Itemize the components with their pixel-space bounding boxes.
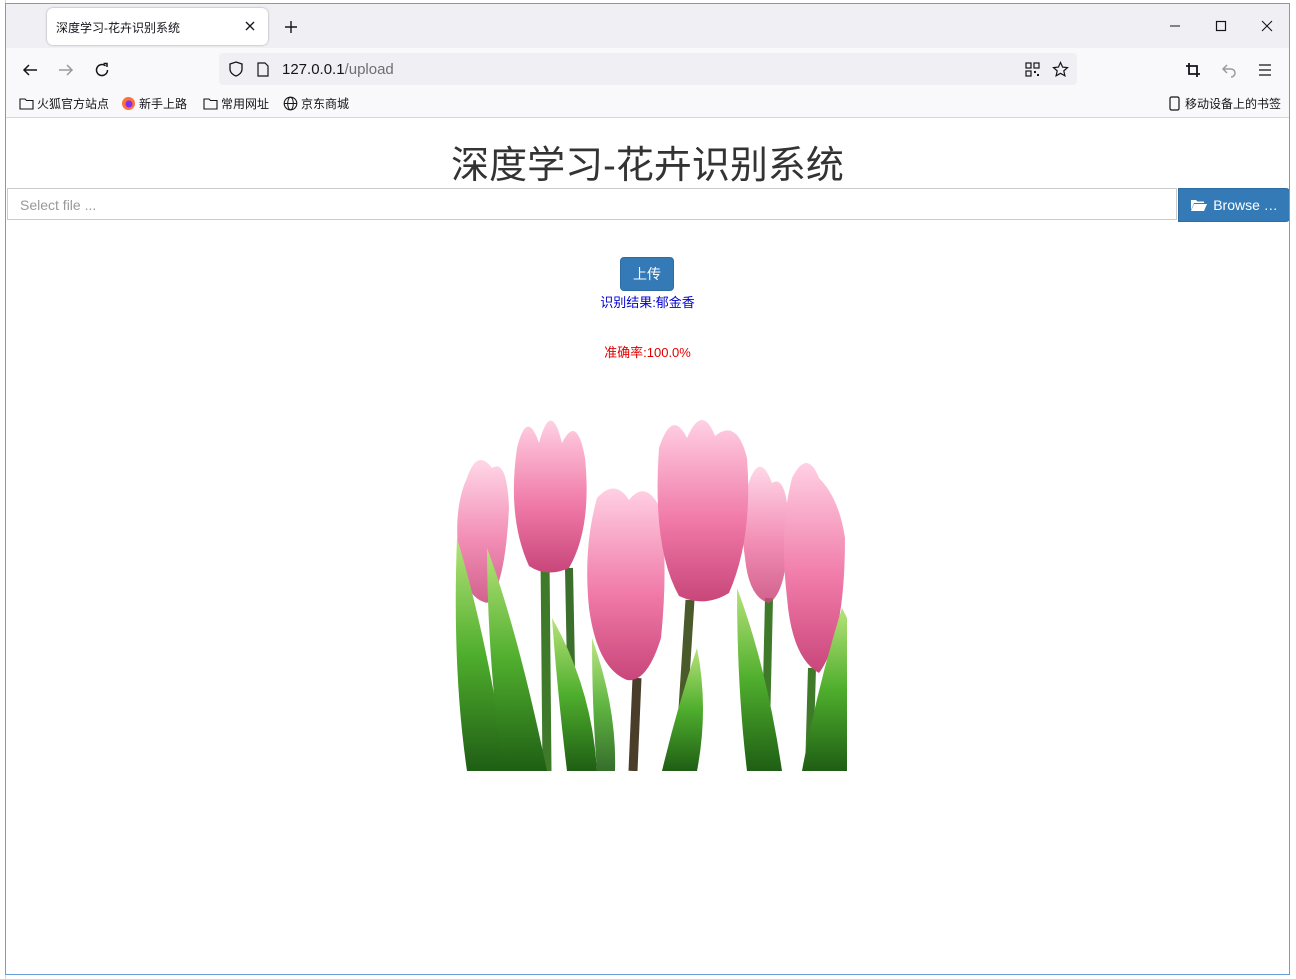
url-host: 127.0.0.1 bbox=[282, 61, 345, 78]
bookmark-item-4[interactable]: 京东商城 bbox=[282, 95, 349, 112]
nav-toolbar: 127.0.0.1/upload bbox=[6, 48, 1289, 88]
uploaded-flower-image bbox=[447, 388, 847, 772]
folder-icon bbox=[18, 96, 34, 112]
minimize-icon[interactable] bbox=[1152, 4, 1198, 48]
back-arrow-icon[interactable] bbox=[16, 56, 44, 84]
folder-open-icon bbox=[1191, 200, 1208, 211]
new-tab-icon[interactable] bbox=[280, 16, 302, 38]
file-input-group: Select file ... Browse … bbox=[7, 188, 1289, 222]
address-bar[interactable]: 127.0.0.1/upload bbox=[219, 53, 1077, 85]
tab-bar: 深度学习-花卉识别系统 bbox=[6, 4, 1289, 48]
mobile-bookmarks-label: 移动设备上的书签 bbox=[1185, 97, 1282, 111]
browse-label: Browse … bbox=[1213, 197, 1278, 213]
mobile-bookmarks[interactable]: 移动设备上的书签 bbox=[1166, 95, 1281, 112]
forward-arrow-icon[interactable] bbox=[52, 56, 80, 84]
mobile-device-icon bbox=[1166, 96, 1182, 112]
tab-title: 深度学习-花卉识别系统 bbox=[56, 21, 180, 35]
accuracy-text: 准确率:100.0% bbox=[604, 345, 691, 360]
page-content: 深度学习-花卉识别系统 Select file ... Browse … 上传 … bbox=[6, 118, 1289, 974]
recognition-result: 识别结果:郁金香 bbox=[600, 295, 695, 310]
maximize-icon[interactable] bbox=[1198, 4, 1244, 48]
upload-button[interactable]: 上传 bbox=[620, 257, 674, 291]
globe-icon bbox=[282, 96, 298, 112]
undo-arrow-icon[interactable] bbox=[1215, 56, 1243, 84]
bookmark-item-2[interactable]: 新手上路 bbox=[120, 95, 187, 112]
qr-code-icon[interactable] bbox=[1023, 60, 1041, 78]
bookmark-star-icon[interactable] bbox=[1051, 60, 1069, 78]
url-text: 127.0.0.1/upload bbox=[282, 61, 394, 78]
bookmark-label: 新手上路 bbox=[139, 97, 188, 111]
close-window-icon[interactable] bbox=[1244, 4, 1289, 48]
page-title: 深度学习-花卉识别系统 bbox=[451, 145, 844, 187]
reload-icon[interactable] bbox=[88, 56, 116, 84]
firefox-icon bbox=[120, 96, 136, 112]
bookmarks-bar: 火狐官方站点 新手上路 常用网址 京东商城 移动设备上的书签 bbox=[6, 88, 1289, 118]
bookmark-item-1[interactable]: 火狐官方站点 bbox=[18, 95, 109, 112]
page-icon[interactable] bbox=[254, 60, 272, 78]
bookmark-label: 火狐官方站点 bbox=[37, 97, 110, 111]
bookmark-item-3[interactable]: 常用网址 bbox=[202, 95, 269, 112]
bookmark-label: 常用网址 bbox=[221, 97, 270, 111]
screenshot-crop-icon[interactable] bbox=[1179, 56, 1207, 84]
tab-active[interactable]: 深度学习-花卉识别系统 bbox=[47, 8, 268, 45]
shield-icon[interactable] bbox=[227, 60, 245, 78]
folder-icon bbox=[202, 96, 218, 112]
browse-button[interactable]: Browse … bbox=[1178, 188, 1289, 222]
menu-icon[interactable] bbox=[1251, 56, 1279, 84]
browser-window: 深度学习-花卉识别系统 127.0.0.1/upload 火狐官方站点 新手上路… bbox=[5, 3, 1290, 975]
file-placeholder: Select file ... bbox=[20, 197, 97, 213]
url-path: /upload bbox=[344, 61, 394, 78]
bookmark-label: 京东商城 bbox=[301, 97, 350, 111]
file-path-input[interactable]: Select file ... bbox=[7, 188, 1177, 220]
tab-close-icon[interactable] bbox=[240, 16, 260, 36]
